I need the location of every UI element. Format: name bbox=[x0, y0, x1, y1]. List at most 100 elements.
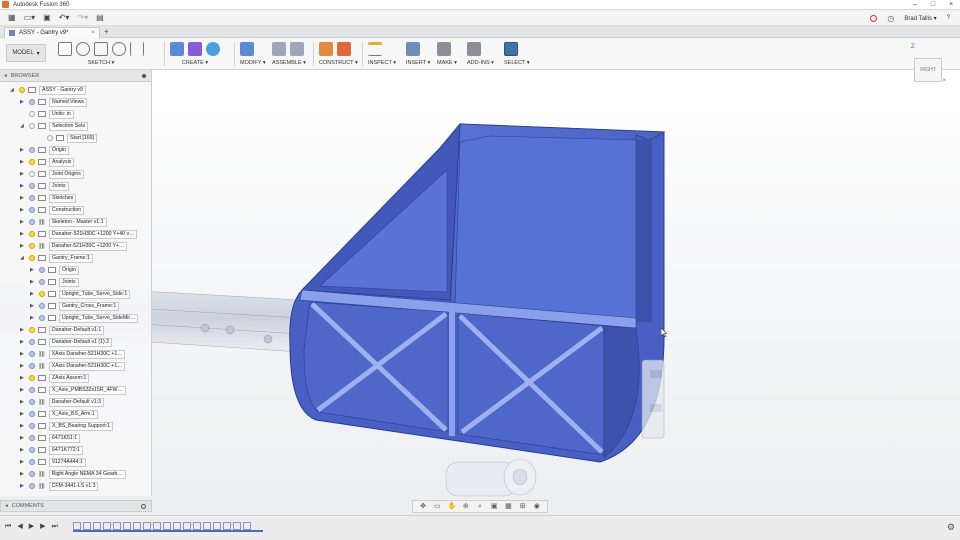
visibility-bulb-icon[interactable] bbox=[29, 99, 35, 105]
expand-arrow-icon[interactable]: ▶ bbox=[20, 351, 26, 357]
timeline-feature-icon[interactable] bbox=[123, 521, 131, 530]
expand-arrow-icon[interactable]: ▶ bbox=[20, 459, 26, 465]
record-icon[interactable] bbox=[870, 14, 878, 22]
visibility-bulb-icon[interactable] bbox=[29, 375, 35, 381]
visibility-bulb-icon[interactable] bbox=[29, 171, 35, 177]
browser-item[interactable]: ▶ Danaher-521H30C +1200 Y+40 v… bbox=[20, 229, 138, 239]
visibility-bulb-icon[interactable] bbox=[39, 315, 45, 321]
expand-arrow-icon[interactable]: ▶ bbox=[20, 207, 26, 213]
grid-settings-icon[interactable]: ▦ bbox=[504, 503, 512, 511]
form-icon[interactable] bbox=[188, 42, 202, 56]
modify-group[interactable]: MODIFY ▾ bbox=[240, 40, 266, 68]
expand-arrow-icon[interactable]: ▶ bbox=[30, 267, 36, 273]
create-group[interactable]: CREATE ▾ bbox=[170, 40, 220, 68]
view-cube[interactable]: Z RIGHT × bbox=[908, 44, 948, 88]
construct-menu[interactable]: CONSTRUCT ▾ bbox=[319, 60, 358, 66]
visibility-bulb-icon[interactable] bbox=[39, 279, 45, 285]
browser-item[interactable]: ▶ Danaher-Default v1 (1):2 bbox=[20, 337, 113, 347]
pin-icon[interactable] bbox=[142, 73, 146, 78]
redo-icon[interactable]: ↷▾ bbox=[77, 10, 88, 26]
expand-arrow-icon[interactable]: ▶ bbox=[20, 363, 26, 369]
expand-arrow-icon[interactable]: ▶ bbox=[20, 159, 26, 165]
visibility-bulb-icon[interactable] bbox=[39, 291, 45, 297]
visibility-bulb-icon[interactable] bbox=[29, 219, 35, 225]
press-pull-icon[interactable] bbox=[240, 42, 254, 56]
step-forward-button[interactable]: ▶ bbox=[40, 522, 45, 532]
timeline-feature-icon[interactable] bbox=[93, 521, 101, 530]
expand-arrow-icon[interactable]: ▶ bbox=[20, 387, 26, 393]
help-icon[interactable]: ? bbox=[947, 15, 950, 21]
timeline-feature-icon[interactable] bbox=[243, 521, 251, 530]
grid-icon[interactable]: ▦ bbox=[8, 10, 16, 26]
browser-item[interactable]: ▶ ⛓ XAxis Danaher-521H30C +1… bbox=[20, 349, 126, 359]
assemble-group[interactable]: ASSEMBLE ▾ bbox=[272, 40, 306, 68]
browser-item[interactable]: ▶ Joints bbox=[30, 277, 79, 287]
sketch-menu[interactable]: SKETCH ▾ bbox=[58, 60, 144, 66]
minimize-button[interactable]: – bbox=[906, 0, 924, 10]
visibility-bulb-icon[interactable] bbox=[29, 207, 35, 213]
expand-arrow-icon[interactable]: ▶ bbox=[20, 423, 26, 429]
expand-arrow-icon[interactable]: ▶ bbox=[20, 483, 26, 489]
visibility-bulb-icon[interactable] bbox=[29, 123, 35, 129]
browser-header[interactable]: ◂ BROWSER bbox=[0, 70, 151, 82]
browser-item[interactable]: ▶ Sketches bbox=[20, 193, 77, 203]
inspect-menu[interactable]: INSPECT ▾ bbox=[368, 60, 396, 66]
browser-item[interactable]: ▶ ⛓ Danaher-521H30C +1200 Y+… bbox=[20, 241, 128, 251]
expand-arrow-icon[interactable]: ▶ bbox=[30, 303, 36, 309]
visibility-bulb-icon[interactable] bbox=[29, 255, 35, 261]
visibility-bulb-icon[interactable] bbox=[29, 387, 35, 393]
expand-arrow-icon[interactable]: ▶ bbox=[20, 339, 26, 345]
plane-angle-icon[interactable] bbox=[337, 42, 351, 56]
browser-item[interactable]: ▶ ⛓ CFM-3441-LS v1:3 bbox=[20, 481, 99, 491]
browser-item[interactable]: Start [169] bbox=[38, 133, 97, 143]
browser-item[interactable]: ▶ Upright_Tube_Servo_SideMir… bbox=[30, 313, 139, 323]
insert-group[interactable]: INSERT ▾ bbox=[406, 40, 430, 68]
visibility-bulb-icon[interactable] bbox=[29, 159, 35, 165]
inspect-group[interactable]: INSPECT ▾ bbox=[368, 40, 396, 68]
view-cube-face[interactable]: RIGHT bbox=[914, 58, 942, 82]
browser-item[interactable]: ▶ ⛓ Danaher-Default v1:3 bbox=[20, 397, 104, 407]
modify-menu[interactable]: MODIFY ▾ bbox=[240, 60, 266, 66]
expand-arrow-icon[interactable]: ▶ bbox=[20, 147, 26, 153]
insert-menu[interactable]: INSERT ▾ bbox=[406, 60, 430, 66]
expand-arrow-icon[interactable]: ▶ bbox=[20, 219, 26, 225]
visibility-bulb-icon[interactable] bbox=[29, 183, 35, 189]
data-icon[interactable]: ▤ bbox=[96, 10, 104, 26]
expand-arrow-icon[interactable]: ▶ bbox=[20, 183, 26, 189]
browser-item[interactable]: ▶ X_BS_Bearing Support:1 bbox=[20, 421, 113, 431]
visibility-bulb-icon[interactable] bbox=[29, 363, 35, 369]
workspace-selector[interactable]: MODEL ▾ bbox=[6, 44, 46, 62]
visibility-bulb-icon[interactable] bbox=[29, 339, 35, 345]
display-settings-icon[interactable]: ▣ bbox=[490, 503, 498, 511]
browser-item[interactable]: ▶ 91274A444:1 bbox=[20, 457, 86, 467]
visibility-bulb-icon[interactable] bbox=[29, 231, 35, 237]
circle-icon[interactable] bbox=[112, 42, 126, 56]
browser-item[interactable]: ▶ Analysis bbox=[20, 157, 75, 167]
clock-icon[interactable]: ◷ bbox=[887, 14, 894, 23]
visibility-bulb-icon[interactable] bbox=[39, 267, 45, 273]
expand-arrow-icon[interactable]: ◢ bbox=[20, 255, 26, 261]
expand-arrow-icon[interactable]: ▶ bbox=[20, 171, 26, 177]
new-tab-icon[interactable]: + bbox=[104, 27, 109, 36]
document-tab[interactable]: ASSY - Gantry v9* × bbox=[4, 27, 100, 38]
browser-item[interactable]: ◢ ASSY - Gantry v9 bbox=[10, 85, 86, 95]
select-menu[interactable]: SELECT ▾ bbox=[504, 60, 530, 66]
visibility-bulb-icon[interactable] bbox=[19, 87, 25, 93]
sphere-icon[interactable] bbox=[206, 42, 220, 56]
visibility-bulb-icon[interactable] bbox=[39, 303, 45, 309]
visibility-bulb-icon[interactable] bbox=[47, 135, 53, 141]
select-arrow-icon[interactable] bbox=[504, 42, 518, 56]
timeline-feature-icon[interactable] bbox=[203, 521, 211, 530]
expand-comments-icon[interactable]: ◂ bbox=[5, 503, 8, 509]
visibility-bulb-icon[interactable] bbox=[29, 471, 35, 477]
browser-item[interactable]: ▶ ⛓ Right Angle NEMA 34 Gearb… bbox=[20, 469, 126, 479]
zoom-icon[interactable]: ⊕ bbox=[462, 503, 470, 511]
close-window-button[interactable]: × bbox=[942, 0, 960, 10]
go-to-end-button[interactable]: ⏭ bbox=[51, 522, 57, 532]
expand-arrow-icon[interactable]: ▶ bbox=[20, 447, 26, 453]
expand-arrow-icon[interactable]: ▶ bbox=[20, 231, 26, 237]
expand-arrow-icon[interactable]: ▶ bbox=[30, 315, 36, 321]
measure-icon[interactable] bbox=[368, 42, 382, 56]
timeline-feature-icon[interactable] bbox=[153, 521, 161, 530]
expand-arrow-icon[interactable]: ▶ bbox=[20, 435, 26, 441]
